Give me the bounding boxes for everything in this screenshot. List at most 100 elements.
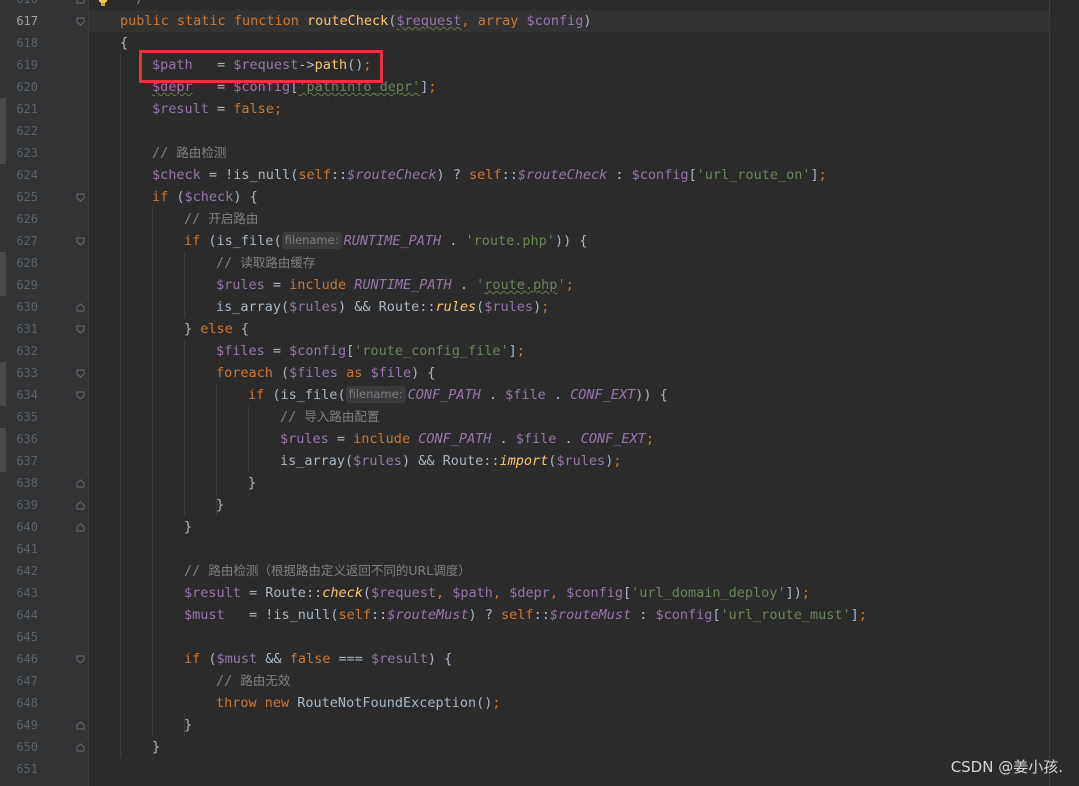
line-number[interactable]: 647 — [0, 670, 38, 692]
code-token: ' — [557, 277, 566, 293]
fold-marker-icon[interactable] — [76, 17, 85, 26]
code-token: = — [264, 343, 290, 359]
code-line[interactable]: $files = $config['route_config_file']; — [216, 340, 525, 362]
code-token: self — [501, 607, 534, 623]
change-stripe — [0, 252, 6, 274]
line-number[interactable]: 624 — [0, 164, 38, 186]
line-number[interactable]: 635 — [0, 406, 38, 428]
code-token: import — [499, 453, 549, 469]
line-number[interactable]: 625 — [0, 186, 38, 208]
code-token: rules — [435, 299, 477, 315]
line-number[interactable]: 630 — [0, 296, 38, 318]
fold-marker-icon[interactable] — [76, 237, 85, 246]
line-number[interactable]: 640 — [0, 516, 38, 538]
fold-marker-icon[interactable] — [76, 743, 85, 752]
code-line[interactable]: $result = false; — [152, 98, 282, 120]
fold-marker-icon[interactable] — [76, 721, 85, 730]
code-token: $path — [452, 585, 493, 601]
code-line[interactable]: foreach ($files as $file) { — [216, 362, 436, 384]
code-line[interactable]: if ($must && false === $result) { — [184, 648, 452, 670]
code-line[interactable]: // 路由检测（根据路由定义返回不同的URL调度） — [184, 560, 471, 582]
code-token: is_array — [216, 299, 282, 315]
line-number[interactable]: 644 — [0, 604, 38, 626]
code-line[interactable]: // 路由无效 — [216, 670, 290, 692]
lightbulb-icon[interactable] — [96, 0, 110, 8]
code-token: , — [549, 585, 567, 601]
fold-marker-icon[interactable] — [76, 303, 85, 312]
code-token: $check — [184, 189, 234, 205]
code-token: = — [264, 277, 290, 293]
code-line[interactable]: // 导入路由配置 — [280, 406, 379, 428]
code-line[interactable]: { — [120, 32, 128, 54]
code-line[interactable]: $rules = include RUNTIME_PATH . 'route.p… — [216, 274, 574, 296]
code-line[interactable]: $result = Route::check($request, $path, … — [184, 582, 810, 604]
line-number[interactable]: 641 — [0, 538, 38, 560]
code-token: // — [152, 145, 177, 161]
code-line[interactable]: $rules = include CONF_PATH . $file . CON… — [280, 428, 654, 450]
code-token: :: — [419, 299, 436, 315]
code-token: ) — [533, 299, 542, 315]
code-line[interactable]: } — [184, 516, 192, 538]
code-line[interactable]: } — [184, 714, 192, 736]
code-token: $config — [631, 167, 689, 183]
fold-marker-icon[interactable] — [76, 523, 85, 532]
line-number[interactable]: 650 — [0, 736, 38, 758]
code-line[interactable]: throw new RouteNotFoundException(); — [216, 692, 501, 714]
fold-marker-icon[interactable] — [76, 369, 85, 378]
line-number[interactable]: 646 — [0, 648, 38, 670]
line-number[interactable]: 617 — [0, 10, 38, 32]
code-line[interactable]: if (is_file(filename: CONF_PATH . $file .… — [248, 384, 668, 406]
code-line[interactable]: public static function routeCheck($reque… — [120, 10, 592, 32]
line-number[interactable]: 638 — [0, 472, 38, 494]
code-token: 'url_route_must' — [720, 607, 851, 623]
code-line[interactable]: } else { — [184, 318, 249, 340]
code-token: $rules — [556, 453, 606, 469]
fold-marker-icon[interactable] — [76, 325, 85, 334]
fold-marker-icon[interactable] — [76, 0, 85, 4]
code-line[interactable]: if ($check) { — [152, 186, 258, 208]
line-number[interactable]: 648 — [0, 692, 38, 714]
code-line[interactable]: } — [152, 736, 160, 758]
code-token: RouteNotFoundException — [297, 695, 477, 711]
code-line[interactable]: is_array($rules) && Route::rules($rules)… — [216, 296, 549, 318]
code-token: ; — [565, 277, 574, 293]
line-number[interactable]: 643 — [0, 582, 38, 604]
line-number[interactable]: 645 — [0, 626, 38, 648]
line-number[interactable]: 639 — [0, 494, 38, 516]
line-number[interactable]: 626 — [0, 208, 38, 230]
code-token: 路由检测（根据路由定义返回不同的URL调度） — [208, 563, 471, 578]
code-line[interactable]: $must = !is_null(self::$routeMust) ? sel… — [184, 604, 867, 626]
fold-marker-icon[interactable] — [76, 193, 85, 202]
fold-marker-icon[interactable] — [76, 479, 85, 488]
code-line[interactable]: } — [248, 472, 256, 494]
line-number[interactable]: 631 — [0, 318, 38, 340]
line-number[interactable]: 616 — [0, 0, 38, 10]
line-number[interactable]: 649 — [0, 714, 38, 736]
code-token: [ — [688, 167, 697, 183]
line-number[interactable]: 651 — [0, 758, 38, 780]
code-token: if — [152, 189, 177, 205]
line-number[interactable]: 618 — [0, 32, 38, 54]
change-stripe — [0, 384, 6, 406]
code-line[interactable]: } — [216, 494, 224, 516]
code-line[interactable]: */ — [120, 0, 144, 10]
code-line[interactable]: $check = !is_null(self::$routeCheck) ? s… — [152, 164, 827, 186]
code-token: = — [240, 585, 266, 601]
code-token: static — [176, 13, 234, 29]
fold-marker-icon[interactable] — [76, 655, 85, 664]
code-token: CONF_PATH — [418, 431, 492, 447]
line-number[interactable]: 632 — [0, 340, 38, 362]
fold-marker-icon[interactable] — [76, 391, 85, 400]
fold-marker-icon[interactable] — [76, 501, 85, 510]
code-line[interactable]: // 读取路由缓存 — [216, 252, 315, 274]
code-line[interactable]: if (is_file(filename: RUNTIME_PATH . 'rou… — [184, 230, 587, 252]
code-line[interactable]: // 路由检测 — [152, 142, 226, 164]
code-token: false — [289, 651, 331, 667]
line-number[interactable]: 627 — [0, 230, 38, 252]
line-number[interactable]: 619 — [0, 54, 38, 76]
code-token: $files — [289, 365, 338, 381]
line-number[interactable]: 620 — [0, 76, 38, 98]
code-line[interactable]: // 开启路由 — [184, 208, 258, 230]
line-number[interactable]: 642 — [0, 560, 38, 582]
code-line[interactable]: is_array($rules) && Route::import($rules… — [280, 450, 621, 472]
